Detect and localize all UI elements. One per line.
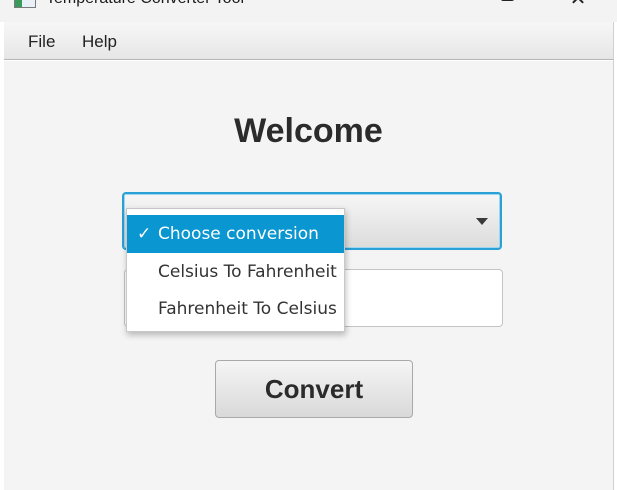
close-button[interactable]: ✕ — [563, 0, 593, 12]
window-border-right — [613, 22, 617, 490]
menu-file[interactable]: File — [28, 32, 55, 52]
option-celsius-to-fahrenheit[interactable]: Celsius To Fahrenheit — [127, 253, 344, 291]
app-icon — [14, 0, 36, 8]
conversion-dropdown-list: ✓ Choose conversion Celsius To Fahrenheit… — [126, 208, 345, 332]
window-title: Temperature Converter Tool — [46, 0, 244, 8]
menu-help[interactable]: Help — [82, 32, 117, 52]
title-bar: Temperature Converter Tool — ✕ — [0, 0, 617, 22]
menu-bar: File Help — [0, 22, 617, 60]
option-fahrenheit-to-celsius[interactable]: Fahrenheit To Celsius — [127, 290, 344, 328]
option-label: Choose conversion — [158, 224, 319, 244]
minimize-button[interactable]: — — [422, 0, 452, 12]
option-label: Celsius To Fahrenheit — [158, 262, 337, 282]
chevron-down-icon[interactable] — [476, 218, 488, 225]
option-label: Fahrenheit To Celsius — [158, 299, 337, 319]
maximize-button[interactable] — [492, 0, 522, 12]
option-choose-conversion[interactable]: ✓ Choose conversion — [127, 215, 344, 253]
checkmark-icon: ✓ — [137, 224, 152, 244]
welcome-heading: Welcome — [234, 112, 383, 150]
convert-button[interactable]: Convert — [215, 360, 413, 418]
maximize-icon — [501, 0, 514, 1]
